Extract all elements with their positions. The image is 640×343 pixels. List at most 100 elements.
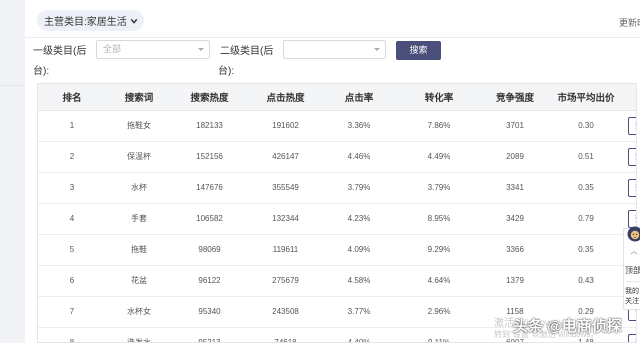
cell-avg-bid: 0.35: [546, 172, 626, 204]
follow-label-line1: 我的: [625, 288, 639, 295]
cell-ctr: 3.77%: [324, 296, 394, 328]
my-follow-button[interactable]: 我的 关注: [625, 287, 639, 307]
table-row: 1拖鞋女1821331916023.36%7.86%37010.30查: [38, 110, 636, 142]
column-header-term[interactable]: 搜索词: [106, 84, 172, 111]
cell-competition: 3366: [484, 234, 546, 266]
column-header-competition[interactable]: 竞争强度: [484, 84, 546, 111]
cell-competition: 1379: [484, 265, 546, 297]
column-header-click-heat[interactable]: 点击热度: [247, 84, 324, 111]
cell-rank: 3: [38, 172, 106, 204]
row-action-button[interactable]: 查: [628, 147, 636, 166]
left-background-strip: [0, 0, 25, 343]
cell-term: 保温杯: [106, 141, 172, 173]
cell-ctr: 4.23%: [324, 203, 394, 235]
cell-click-heat: 426147: [247, 141, 324, 173]
cell-ctr: 4.09%: [324, 234, 394, 266]
cell-term: 手套: [106, 203, 172, 235]
cell-competition: 2089: [484, 141, 546, 173]
lion-mascot-icon: [627, 226, 640, 242]
cell-search-heat: 96122: [172, 265, 247, 297]
cell-action: 查: [626, 110, 636, 142]
cell-term: 拖鞋: [106, 234, 172, 266]
back-to-top-button[interactable]: 顶部: [625, 265, 640, 276]
row-action-button[interactable]: 查: [628, 116, 636, 135]
cell-ctr: 4.40%: [324, 327, 394, 342]
cell-avg-bid: 0.51: [546, 141, 626, 173]
cell-ctr: 3.36%: [324, 110, 394, 142]
row-action-button[interactable]: 查: [628, 333, 636, 342]
brand-watermark: 头条 @电商侦探: [513, 318, 622, 335]
search-button[interactable]: 搜索: [396, 41, 441, 60]
level2-category-label: 二级类目(后: [220, 46, 274, 57]
keyword-table: 排名 搜索词 搜索热度 点击热度 点击率 转化率 竞争强度 市场平均出价 1 拖鞋…: [37, 83, 637, 343]
cell-search-heat: 182133: [172, 110, 247, 142]
cell-search-heat: 152156: [172, 141, 247, 173]
cell-avg-bid: 0.35: [546, 234, 626, 266]
cell-ctr: 4.46%: [324, 141, 394, 173]
dropdown-arrow-icon: [374, 48, 380, 51]
cell-click-heat: 74618: [247, 327, 324, 342]
filter-row: 一级类目(后 台): 全部 二级类目(后 台): 搜索: [25, 38, 640, 83]
cell-click-heat: 132344: [247, 203, 324, 235]
table-row: 4手套1065821323444.23%8.95%34290.79查: [38, 203, 636, 235]
cell-cvr: 4.64%: [394, 265, 484, 297]
column-header-search-heat[interactable]: 搜索热度: [172, 84, 247, 111]
cell-rank: 5: [38, 234, 106, 266]
cell-cvr: 3.79%: [394, 172, 484, 204]
cell-term: 水杯: [106, 172, 172, 204]
cell-cvr: 4.49%: [394, 141, 484, 173]
level1-category-select[interactable]: 全部: [96, 40, 210, 59]
level2-category-label-suffix: 台):: [218, 66, 235, 77]
table-row: 3水杯1476763555493.79%3.79%33410.35查: [38, 172, 636, 204]
cell-click-heat: 355549: [247, 172, 324, 204]
table-row: 5拖鞋980691196114.09%9.29%33660.35查: [38, 234, 636, 266]
column-header-action: [626, 84, 636, 111]
cell-avg-bid: 0.43: [546, 265, 626, 297]
table-header-row: 排名 搜索词 搜索热度 点击热度 点击率 转化率 竞争强度 市场平均出价: [38, 84, 636, 111]
cell-cvr: 9.29%: [394, 234, 484, 266]
cell-rank: 7: [38, 296, 106, 328]
cell-search-heat: 98069: [172, 234, 247, 266]
cell-term: 水杯女: [106, 296, 172, 328]
cell-avg-bid: 0.30: [546, 110, 626, 142]
cell-click-heat: 243508: [247, 296, 324, 328]
column-header-avg-bid[interactable]: 市场平均出价: [546, 84, 626, 111]
chevron-down-icon: [130, 18, 138, 24]
level2-category-select[interactable]: [283, 40, 386, 59]
column-header-cvr[interactable]: 转化率: [394, 84, 484, 111]
cell-search-heat: 106582: [172, 203, 247, 235]
cell-ctr: 4.58%: [324, 265, 394, 297]
cell-term: 洗发水: [106, 327, 172, 342]
cell-action: 查: [626, 327, 636, 342]
cell-rank: 2: [38, 141, 106, 173]
main-category-label: 主营类目:家居生活: [44, 17, 127, 28]
row-action-button[interactable]: 查: [628, 178, 636, 197]
cell-cvr: 9.11%: [394, 327, 484, 342]
cell-click-heat: 191602: [247, 110, 324, 142]
cell-competition: 3341: [484, 172, 546, 204]
table-row: 2保温杯1521564261474.46%4.49%20890.51查: [38, 141, 636, 173]
row-action-button[interactable]: 查: [628, 209, 636, 228]
cell-action: 查: [626, 141, 636, 173]
chevron-up-icon[interactable]: ︿: [624, 246, 640, 256]
cell-search-heat: 95213: [172, 327, 247, 342]
cell-rank: 1: [38, 110, 106, 142]
column-header-ctr[interactable]: 点击率: [324, 84, 394, 111]
dropdown-arrow-icon: [198, 48, 204, 51]
cell-ctr: 3.79%: [324, 172, 394, 204]
cell-cvr: 2.96%: [394, 296, 484, 328]
cell-action: 查: [626, 172, 636, 204]
panel-header: 主营类目:家居生活 更新时: [25, 0, 640, 38]
cell-rank: 8: [38, 327, 106, 342]
cell-competition: 3429: [484, 203, 546, 235]
cell-cvr: 8.95%: [394, 203, 484, 235]
cell-term: 拖鞋女: [106, 110, 172, 142]
main-category-dropdown[interactable]: 主营类目:家居生活: [37, 10, 144, 31]
cell-click-heat: 119611: [247, 234, 324, 266]
cell-search-heat: 95340: [172, 296, 247, 328]
cell-click-heat: 275679: [247, 265, 324, 297]
cell-rank: 4: [38, 203, 106, 235]
cell-cvr: 7.86%: [394, 110, 484, 142]
update-time-label: 更新时: [618, 18, 640, 28]
column-header-rank[interactable]: 排名: [38, 84, 106, 111]
